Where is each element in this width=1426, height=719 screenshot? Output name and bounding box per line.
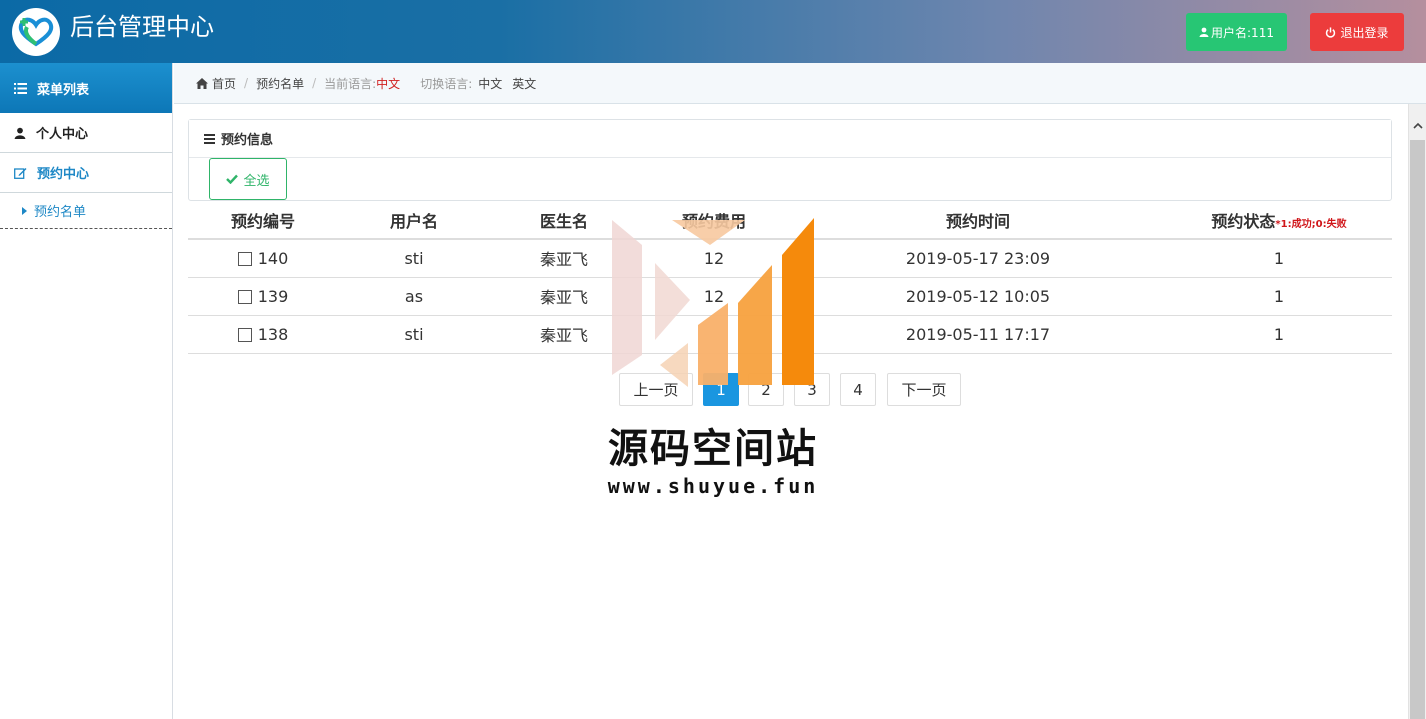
status-note: *1:成功;0:失败 bbox=[1275, 219, 1347, 230]
vertical-scrollbar[interactable] bbox=[1408, 104, 1426, 719]
row-checkbox[interactable] bbox=[237, 289, 252, 304]
user-button[interactable]: 用户名:111 bbox=[1186, 13, 1287, 51]
home-icon bbox=[196, 77, 208, 89]
row-checkbox[interactable] bbox=[237, 251, 252, 266]
sidebar-item-label: 个人中心 bbox=[36, 127, 89, 142]
cell-id: 140 bbox=[188, 239, 338, 278]
table-header-row: 预约编号 用户名 医生名 预约费用 预约时间 预约状态*1:成功;0:失败 bbox=[188, 202, 1392, 240]
current-language-value: 中文 bbox=[376, 76, 401, 91]
power-icon bbox=[1326, 26, 1336, 38]
sidebar-item-label: 预约中心 bbox=[37, 167, 90, 182]
cell-status: 1 bbox=[1166, 277, 1392, 316]
app-logo bbox=[12, 8, 60, 56]
edit-icon bbox=[14, 167, 27, 179]
sidebar-subitem-label: 预约名单 bbox=[34, 205, 87, 220]
appointment-table: 预约编号 用户名 医生名 预约费用 预约时间 预约状态*1:成功;0:失败 14… bbox=[188, 202, 1392, 354]
cell-time: 2019-05-11 17:17 bbox=[790, 315, 1166, 354]
sidebar-item-personal-center[interactable]: 个人中心 bbox=[0, 113, 172, 153]
cell-fee bbox=[638, 315, 790, 354]
sidebar-heading-label: 菜单列表 bbox=[37, 82, 90, 98]
user-icon bbox=[14, 127, 26, 139]
user-icon bbox=[1199, 27, 1209, 37]
select-all-button[interactable]: 全选 bbox=[209, 158, 287, 200]
cell-status: 1 bbox=[1166, 239, 1392, 278]
breadcrumb: 首页 / 预约名单 / 当前语言: 中文 切换语言: 中文 英文 bbox=[174, 63, 1426, 104]
watermark-url: www.shuyue.fun bbox=[607, 474, 819, 498]
scroll-up-arrow-icon[interactable] bbox=[1409, 116, 1426, 134]
app-title: 后台管理中心 bbox=[70, 13, 214, 41]
check-icon bbox=[226, 174, 239, 184]
cell-status: 1 bbox=[1166, 315, 1392, 354]
cell-user: sti bbox=[338, 239, 490, 278]
sidebar-item-appointment-center[interactable]: 预约中心 bbox=[0, 153, 172, 193]
select-all-label: 全选 bbox=[243, 173, 270, 189]
language-option-english[interactable]: 英文 bbox=[512, 75, 536, 92]
cell-doctor: 秦亚飞 bbox=[490, 277, 638, 316]
caret-right-icon bbox=[22, 206, 27, 215]
row-checkbox[interactable] bbox=[237, 327, 252, 342]
cell-doctor: 秦亚飞 bbox=[490, 315, 638, 354]
status-header-label: 预约状态 bbox=[1211, 212, 1276, 231]
language-option-chinese[interactable]: 中文 bbox=[478, 75, 502, 92]
next-page-button[interactable]: 下一页 bbox=[887, 373, 961, 406]
page-button-4[interactable]: 4 bbox=[840, 373, 876, 406]
breadcrumb-page[interactable]: 预约名单 bbox=[256, 75, 304, 92]
cell-id: 139 bbox=[188, 277, 338, 316]
breadcrumb-home[interactable]: 首页 bbox=[212, 75, 236, 92]
column-header-time: 预约时间 bbox=[790, 202, 1166, 240]
cell-id: 138 bbox=[188, 315, 338, 354]
table-row: 140 sti 秦亚飞 12 2019-05-17 23:09 1 bbox=[188, 239, 1392, 278]
column-header-user: 用户名 bbox=[338, 202, 490, 240]
page-button-1[interactable]: 1 bbox=[703, 373, 739, 406]
list-icon bbox=[14, 82, 27, 94]
sidebar-subitem-appointment-list[interactable]: 预约名单 bbox=[0, 193, 172, 229]
cell-user: as bbox=[338, 277, 490, 316]
sidebar-heading: 菜单列表 bbox=[0, 63, 172, 113]
current-language-label: 当前语言: bbox=[324, 76, 377, 91]
appointment-panel: 预约信息 全选 bbox=[188, 119, 1392, 201]
page-button-2[interactable]: 2 bbox=[748, 373, 784, 406]
watermark-name: 源码空间站 bbox=[608, 426, 818, 472]
column-header-doctor: 医生名 bbox=[490, 202, 638, 240]
table-row: 139 as 秦亚飞 12 2019-05-12 10:05 1 bbox=[188, 277, 1392, 316]
cell-doctor: 秦亚飞 bbox=[490, 239, 638, 278]
cell-time: 2019-05-12 10:05 bbox=[790, 277, 1166, 316]
logo-icon bbox=[18, 17, 54, 47]
switch-language-label: 切换语言: bbox=[420, 76, 473, 91]
column-header-id: 预约编号 bbox=[188, 202, 338, 240]
prev-page-button[interactable]: 上一页 bbox=[619, 373, 693, 406]
page-button-3[interactable]: 3 bbox=[794, 373, 830, 406]
panel-heading: 预约信息 bbox=[189, 120, 1391, 158]
bars-icon bbox=[204, 133, 215, 144]
panel-title: 预约信息 bbox=[221, 133, 274, 148]
top-header: 后台管理中心 用户名:111 退出登录 bbox=[0, 0, 1426, 63]
logout-button[interactable]: 退出登录 bbox=[1310, 13, 1404, 51]
breadcrumb-separator: / bbox=[244, 76, 249, 90]
scrollbar-thumb[interactable] bbox=[1410, 140, 1425, 719]
logout-button-label: 退出登录 bbox=[1340, 25, 1389, 40]
pagination: 上一页 1 2 3 4 下一页 bbox=[0, 373, 1426, 406]
cell-fee: 12 bbox=[638, 239, 790, 278]
breadcrumb-separator: / bbox=[312, 76, 317, 90]
table-row: 138 sti 秦亚飞 2019-05-11 17:17 1 bbox=[188, 315, 1392, 354]
user-button-label: 用户名:111 bbox=[1211, 25, 1274, 40]
cell-fee: 12 bbox=[638, 277, 790, 316]
cell-user: sti bbox=[338, 315, 490, 354]
cell-time: 2019-05-17 23:09 bbox=[790, 239, 1166, 278]
column-header-status: 预约状态*1:成功;0:失败 bbox=[1166, 202, 1392, 240]
column-header-fee: 预约费用 bbox=[638, 202, 790, 240]
